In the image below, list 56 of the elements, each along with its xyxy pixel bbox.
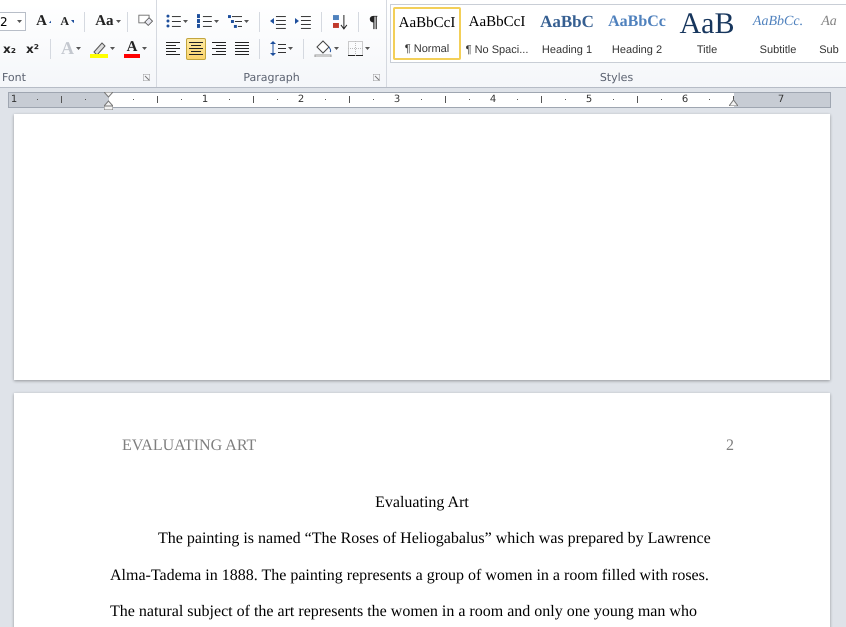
group-label: Styles [600,70,634,84]
running-head: EVALUATING ART [122,437,256,455]
line-spacing-icon [270,41,286,56]
caret-icon [116,20,121,23]
body-paragraph: The painting is named “The Roses of Heliogabalus” which was prepared by Lawrence Alma-Tadema in 1888. The painting represents a group of women in a room filled with roses. The natural subject of the art represents the women in a room and only one young man who [110,529,712,622]
show-formatting-marks-button[interactable]: ¶ [366,10,386,32]
caret-icon [76,47,81,50]
style-item[interactable]: AaBbCcI ¶ Normal [393,7,461,60]
caret-icon [334,47,339,50]
ruler-number: 1 [202,93,208,106]
caret-icon [214,20,219,23]
justify-icon [235,42,249,55]
dialog-launcher-icon[interactable] [373,74,380,81]
paint-bucket-icon [314,40,332,57]
align-right-icon [212,42,226,55]
page-number: 2 [726,437,734,455]
caret-icon [17,20,22,23]
group-label: Font [2,70,26,84]
caret-icon [142,47,147,50]
align-left-icon [166,42,180,55]
up-triangle-icon [49,20,52,23]
right-indent-marker-icon[interactable] [729,99,738,106]
highlighter-icon [90,40,108,58]
alignment-button[interactable] [186,38,206,60]
bullet-list-icon [166,14,181,29]
ruler-number: 5 [586,93,592,106]
ruler-number: 2 [298,93,304,106]
indent-marker-icon[interactable] [104,92,113,110]
group-label: Paragraph [243,70,300,84]
down-triangle-icon [71,20,74,23]
grow-font-button[interactable]: A [33,10,54,32]
ruler-number: 6 [682,93,688,106]
font-size-field[interactable]: 2 [0,12,26,31]
subscript-button[interactable]: x₂ [0,38,20,60]
caret-icon [365,47,370,50]
document-title: Evaluating Art [374,493,470,513]
caret-icon [244,20,250,23]
borders-icon [348,41,363,56]
shrink-font-button[interactable]: A [57,10,78,32]
sort-icon [332,14,348,30]
align-center-icon [189,42,203,55]
numbered-list-icon [196,14,212,29]
ruler-number: 4 [490,93,496,106]
caret-icon [288,47,293,50]
superscript-button[interactable]: x² [23,38,43,60]
caret-icon [110,47,115,50]
ruler-number: 7 [778,93,784,106]
dialog-launcher-icon[interactable] [143,74,150,81]
font-color-button[interactable]: A [121,38,150,60]
ruler-number: 1 [10,93,18,106]
outdent-icon [270,14,286,28]
multilevel-list-icon [228,14,242,29]
caret-icon [182,20,188,23]
indent-icon [295,14,312,28]
ruler-number: 3 [394,93,400,106]
change-case-button[interactable]: Aa [92,10,120,32]
